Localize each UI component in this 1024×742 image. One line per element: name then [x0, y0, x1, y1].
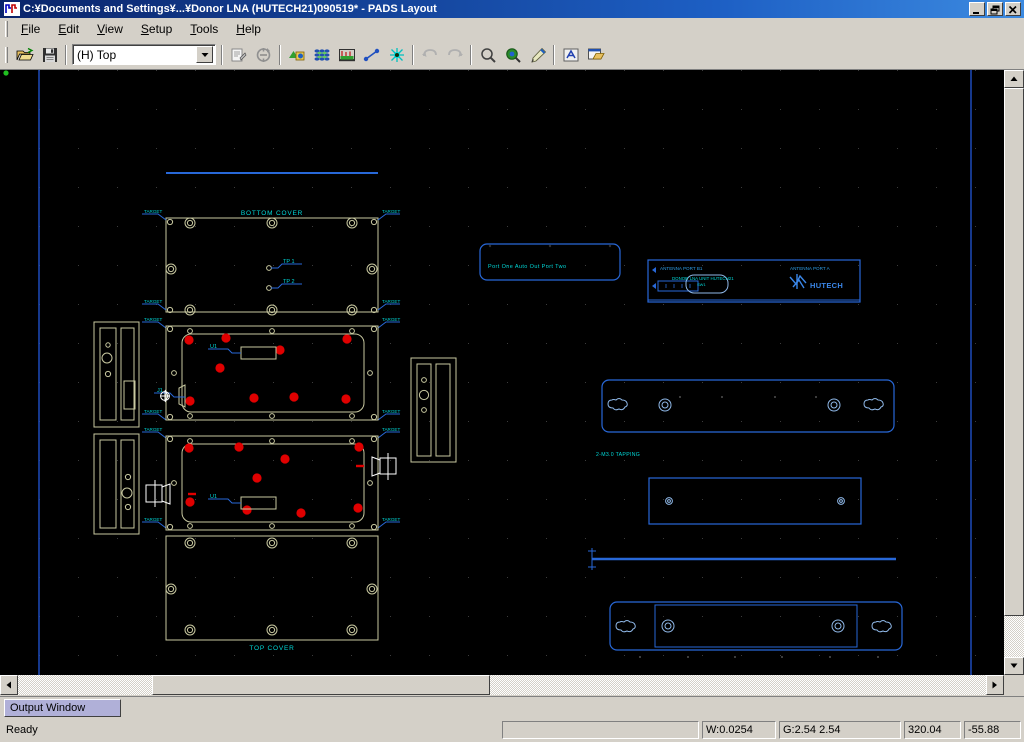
status-blank-panel — [502, 721, 699, 739]
save-file-button[interactable] — [38, 44, 61, 66]
svg-text:TOP COVER: TOP COVER — [249, 645, 294, 652]
status-message: Ready — [6, 724, 38, 736]
menu-item-setup[interactable]: Setup — [132, 19, 181, 39]
route-button[interactable] — [360, 44, 383, 66]
horizontal-scrollbar[interactable] — [0, 675, 1004, 695]
status-x-coordinate: 320.04 — [904, 721, 961, 739]
svg-text:TARGET: TARGET — [144, 209, 162, 214]
redo-button[interactable] — [443, 44, 466, 66]
output-window-button[interactable]: Output Window — [4, 699, 121, 717]
vertical-scroll-thumb[interactable] — [1004, 88, 1024, 616]
toolbar-separator — [65, 44, 67, 65]
undo-button[interactable] — [418, 44, 441, 66]
toolbar-separator — [553, 44, 555, 65]
svg-text:U1: U1 — [210, 494, 217, 500]
menu-item-edit[interactable]: Edit — [49, 19, 88, 39]
window-title: C:¥Documents and Settings¥...¥Donor LNA … — [23, 3, 437, 15]
menu-gripper[interactable] — [2, 20, 10, 38]
svg-text:TARGET: TARGET — [144, 409, 162, 414]
scrollbar-corner — [1004, 675, 1024, 695]
svg-text:DONOR LNA UNIT HUTECH21: DONOR LNA UNIT HUTECH21 — [672, 276, 734, 281]
svg-text:TARGET: TARGET — [382, 317, 400, 322]
restore-button[interactable] — [987, 2, 1003, 16]
svg-text:TARGET: TARGET — [382, 409, 400, 414]
close-button[interactable] — [1005, 2, 1021, 16]
svg-text:SW1: SW1 — [697, 282, 706, 287]
output-window-bar: Output Window — [0, 696, 1024, 718]
menu-item-view[interactable]: View — [88, 19, 132, 39]
zoom-button[interactable] — [476, 44, 499, 66]
svg-text:TP 2: TP 2 — [283, 279, 295, 285]
svg-text:TARGET: TARGET — [382, 517, 400, 522]
toolbar: (H) Top — [0, 40, 1024, 70]
scroll-left-button[interactable] — [0, 675, 18, 695]
pcb-drawing[interactable]: BOTTOM COVER TP 1 TP 2 TARGET TARGET TAR… — [0, 70, 1004, 675]
svg-text:U1: U1 — [210, 344, 217, 350]
design-rules-button[interactable] — [285, 44, 308, 66]
new-window-button[interactable] — [584, 44, 607, 66]
refresh-button[interactable] — [252, 44, 275, 66]
status-width-field: W:0.0254 — [702, 721, 776, 739]
title-bar: C:¥Documents and Settings¥...¥Donor LNA … — [0, 0, 1024, 18]
layer-properties-button[interactable] — [227, 44, 250, 66]
toolbar-gripper[interactable] — [2, 46, 10, 64]
menu-item-help[interactable]: Help — [227, 19, 270, 39]
pcb-design-canvas[interactable]: BOTTOM COVER TP 1 TP 2 TARGET TARGET TAR… — [0, 70, 1004, 675]
open-file-button[interactable] — [13, 44, 36, 66]
svg-text:ANTENNA PORT A: ANTENNA PORT A — [790, 266, 831, 271]
svg-text:TARGET: TARGET — [382, 209, 400, 214]
window-controls — [969, 2, 1021, 16]
status-grid-field: G:2.54 2.54 — [779, 721, 901, 739]
menu-item-tools[interactable]: Tools — [181, 19, 227, 39]
pads-layout-window: C:¥Documents and Settings¥...¥Donor LNA … — [0, 0, 1024, 742]
toolbar-separator — [221, 44, 223, 65]
menu-item-file[interactable]: File — [12, 19, 49, 39]
horizontal-scroll-thumb[interactable] — [152, 675, 490, 695]
highlight-button[interactable] — [526, 44, 549, 66]
svg-text:BOTTOM COVER: BOTTOM COVER — [241, 210, 303, 217]
svg-text:TARGET: TARGET — [382, 299, 400, 304]
svg-text:TARGET: TARGET — [144, 299, 162, 304]
layer-select-value: (H) Top — [77, 47, 117, 62]
scroll-down-button[interactable] — [1004, 657, 1024, 675]
scroll-right-button[interactable] — [986, 675, 1004, 695]
zoom-area-button[interactable] — [501, 44, 524, 66]
svg-text:ANTENNA PORT B1: ANTENNA PORT B1 — [660, 266, 703, 271]
toolbar-separator — [279, 44, 281, 65]
minimize-button[interactable] — [969, 2, 985, 16]
svg-text:TARGET: TARGET — [144, 517, 162, 522]
status-bar: Ready W:0.0254 G:2.54 2.54 320.04 -55.88 — [0, 718, 1024, 742]
toolbar-separator — [412, 44, 414, 65]
svg-text:TARGET: TARGET — [144, 317, 162, 322]
board-outline-button[interactable] — [335, 44, 358, 66]
menu-bar: File Edit View Setup Tools Help — [0, 18, 1024, 40]
pads-layout-icon — [4, 2, 20, 16]
svg-text:TARGET: TARGET — [382, 427, 400, 432]
scroll-up-button[interactable] — [1004, 70, 1024, 88]
chevron-down-icon[interactable] — [196, 46, 213, 63]
svg-text:TP 1: TP 1 — [283, 259, 295, 265]
query-button[interactable] — [559, 44, 582, 66]
status-y-coordinate: -55.88 — [964, 721, 1021, 739]
pour-manager-button[interactable] — [310, 44, 333, 66]
svg-text:Port One Auto Out Port T: Port One Auto Out Port Two — [488, 264, 566, 270]
split-plane-button[interactable] — [385, 44, 408, 66]
vertical-scrollbar[interactable] — [1004, 70, 1024, 675]
svg-text:TARGET: TARGET — [144, 427, 162, 432]
toolbar-separator — [470, 44, 472, 65]
layer-select[interactable]: (H) Top — [72, 44, 216, 65]
svg-text:HUTECH: HUTECH — [810, 281, 843, 290]
svg-text:2-M3.0 TAPPING: 2-M3.0 TAPPING — [596, 452, 640, 458]
